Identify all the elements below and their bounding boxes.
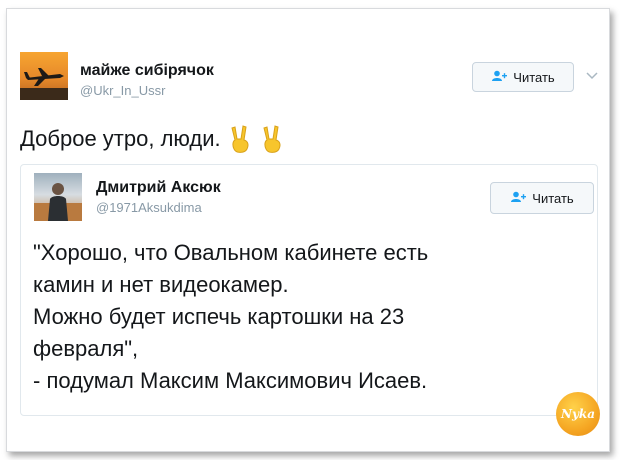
author-handle[interactable]: @Ukr_In_Ussr [80, 83, 165, 98]
tweet-text: Доброе утро, люди. [20, 124, 285, 154]
quoted-follow-button[interactable]: Читать [490, 182, 594, 214]
avatar[interactable] [20, 52, 68, 100]
add-user-icon [491, 70, 508, 85]
chevron-down-icon[interactable] [584, 68, 600, 84]
quoted-tweet-text: "Хорошо, что Овальном кабинете есть ками… [33, 237, 589, 397]
quoted-text-line: Можно будет испечь картошки на 23 [33, 304, 405, 329]
watermark-text: Nyka [560, 407, 596, 421]
quoted-text-line: "Хорошо, что Овальном кабинете есть [33, 240, 429, 265]
follow-button-label: Читать [513, 69, 555, 85]
quoted-text-line: февраля", [33, 336, 139, 361]
victory-hand-emoji [259, 124, 285, 154]
quoted-follow-button-label: Читать [532, 190, 574, 206]
quoted-author-name[interactable]: Дмитрий Аксюк [96, 179, 221, 197]
follow-button[interactable]: Читать [472, 62, 574, 92]
victory-hand-emoji [227, 124, 253, 154]
quoted-text-line: камин и нет видеокамер. [33, 272, 289, 297]
quoted-author-handle[interactable]: @1971Aksukdima [96, 200, 202, 215]
watermark-logo: Nyka [556, 392, 600, 436]
avatar[interactable] [34, 173, 82, 221]
add-user-icon [510, 191, 527, 206]
quoted-text-line: - подумал Максим Максимович Исаев. [33, 368, 428, 393]
airplane-avatar-image [20, 68, 68, 100]
author-name[interactable]: майже сибірячок [80, 62, 214, 80]
tweet-text-content: Доброе утро, люди. [20, 126, 221, 151]
person-avatar-image [34, 183, 82, 221]
